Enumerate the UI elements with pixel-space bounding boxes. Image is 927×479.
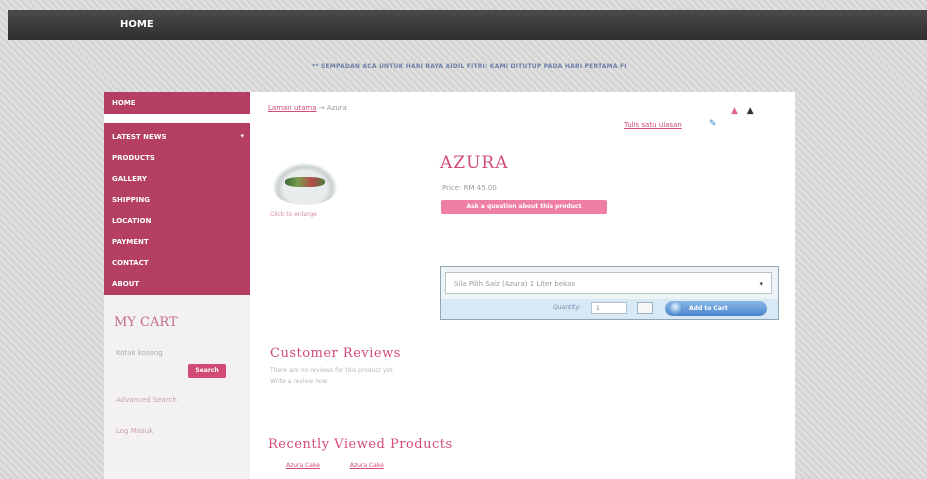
recent-product-link[interactable]: Azura Cake — [350, 462, 384, 469]
sidebar-item-about[interactable]: ABOUT — [112, 280, 139, 288]
next-product-icon[interactable]: ▲ — [747, 106, 754, 116]
product-price: Price: RM 45.00 — [442, 184, 497, 192]
pencil-icon[interactable]: ✎ — [709, 119, 717, 129]
enlarge-image-link[interactable]: Click to enlarge — [270, 211, 317, 218]
sidebar-item-shipping[interactable]: SHIPPING — [112, 196, 150, 204]
write-review-link[interactable]: Tulis satu ulasan — [624, 121, 682, 129]
chevron-down-icon: ▾ — [759, 280, 763, 288]
previous-product-icon[interactable]: ▲ — [731, 106, 738, 116]
no-reviews-text: There are no reviews for this product ye… — [270, 367, 395, 374]
breadcrumb-separator: → — [318, 104, 325, 112]
login-link[interactable]: Log Masuk — [116, 427, 153, 435]
announcement-marquee: ** SEMPADAN ACA UNTUK HARI RAYA AIDIL FI… — [312, 63, 627, 70]
advanced-search-link[interactable]: Advanced Search — [116, 396, 177, 404]
chevron-down-icon: ▾ — [240, 132, 244, 140]
option-selected-value: Sila Pilih Saiz (Azura) 1 Liter bekas — [454, 280, 576, 288]
sidebar-item-payment[interactable]: PAYMENT — [112, 238, 149, 246]
quantity-input[interactable]: 1 — [591, 302, 627, 314]
breadcrumb: Laman utama → Azura — [268, 104, 347, 112]
search-button[interactable]: Search — [188, 364, 226, 378]
customer-reviews-heading: Customer Reviews — [270, 346, 401, 361]
product-option-select[interactable]: Sila Pilih Saiz (Azura) 1 Liter bekas ▾ — [445, 272, 772, 294]
quantity-label: Quantity: — [553, 304, 581, 311]
add-to-cart-box: Sila Pilih Saiz (Azura) 1 Liter bekas ▾ … — [440, 266, 779, 320]
quantity-update-button[interactable] — [637, 302, 653, 314]
sidebar-item-gallery[interactable]: GALLERY — [112, 175, 147, 183]
breadcrumb-current: Azura — [326, 104, 347, 112]
write-review-now-link[interactable]: Write a review now — [270, 378, 327, 385]
cart-actions-row: Quantity: 1 Add to Cart — [441, 299, 778, 319]
product-image[interactable] — [273, 163, 337, 205]
sidebar-item-latest-news[interactable]: LATEST NEWS — [112, 133, 167, 141]
sidebar-item-contact[interactable]: CONTACT — [112, 259, 149, 267]
cart-empty-text: Kotak kosong — [116, 349, 163, 357]
sidebar-menu: LATEST NEWS ▾ PRODUCTS GALLERY SHIPPING … — [104, 123, 250, 295]
product-navigation: ▲ ▲ — [731, 106, 754, 116]
product-title: AZURA — [440, 153, 509, 173]
add-to-cart-label: Add to Cart — [689, 305, 728, 312]
sidebar-home-link[interactable]: HOME — [104, 92, 250, 114]
recent-product-link[interactable]: Azura Cake — [286, 462, 320, 469]
sidebar-item-location[interactable]: LOCATION — [112, 217, 151, 225]
recently-viewed-list: Azura Cake Azura Cake — [286, 462, 412, 469]
top-navigation-bar: HOME — [8, 10, 927, 40]
recently-viewed-heading: Recently Viewed Products — [268, 437, 453, 452]
breadcrumb-home-link[interactable]: Laman utama — [268, 104, 317, 112]
my-cart-heading: MY CART — [114, 315, 178, 330]
top-home-link[interactable]: HOME — [120, 19, 154, 30]
add-to-cart-button[interactable]: Add to Cart — [665, 301, 767, 316]
sidebar-item-products[interactable]: PRODUCTS — [112, 154, 155, 162]
cart-icon — [670, 302, 683, 315]
ask-question-button[interactable]: Ask a question about this product — [441, 200, 607, 214]
